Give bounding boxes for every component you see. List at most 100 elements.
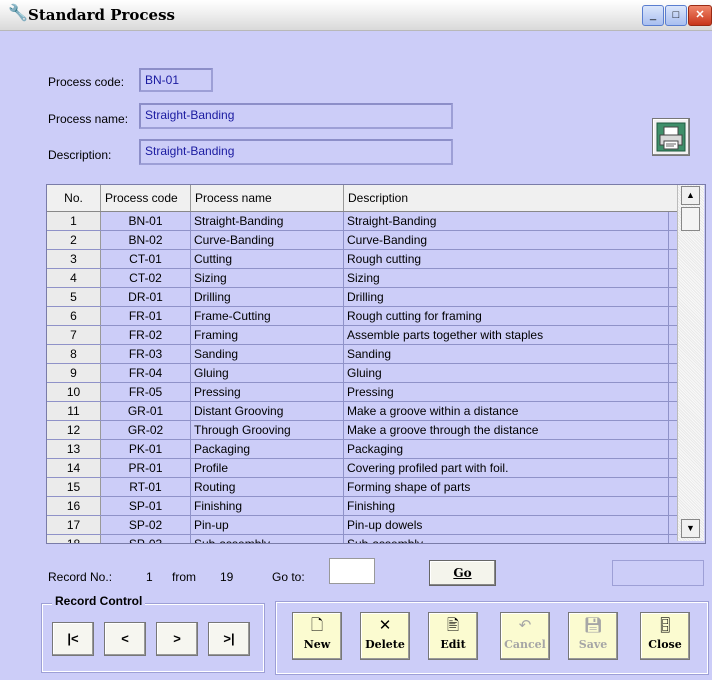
- title-bar[interactable]: 🔧 Standard Process _ □ ✕: [0, 0, 712, 31]
- minimize-button[interactable]: _: [642, 5, 664, 26]
- cell-description[interactable]: Assemble parts together with staples: [344, 326, 669, 344]
- goto-input[interactable]: [329, 558, 375, 584]
- delete-button[interactable]: ✕ Delete: [360, 612, 410, 660]
- cancel-button[interactable]: ↶ Cancel: [500, 612, 550, 660]
- cell-process-name[interactable]: Through Grooving: [191, 421, 344, 439]
- table-row[interactable]: 3 CT-01 Cutting Rough cutting: [47, 250, 687, 269]
- cell-description[interactable]: Pressing: [344, 383, 669, 401]
- cell-process-name[interactable]: Sanding: [191, 345, 344, 363]
- column-header-description[interactable]: Description: [344, 185, 677, 211]
- go-button[interactable]: Go: [429, 560, 496, 586]
- cell-process-name[interactable]: Profile: [191, 459, 344, 477]
- cell-process-code[interactable]: DR-01: [101, 288, 191, 306]
- cell-process-code[interactable]: FR-02: [101, 326, 191, 344]
- close-button[interactable]: 🚪︎ Close: [640, 612, 690, 660]
- cell-no[interactable]: 12: [47, 421, 101, 439]
- cell-process-code[interactable]: RT-01: [101, 478, 191, 496]
- cell-process-name[interactable]: Distant Grooving: [191, 402, 344, 420]
- table-row[interactable]: 1 BN-01 Straight-Banding Straight-Banding: [47, 212, 687, 231]
- cell-description[interactable]: Finishing: [344, 497, 669, 515]
- cell-process-code[interactable]: SP-01: [101, 497, 191, 515]
- cell-description[interactable]: Curve-Banding: [344, 231, 669, 249]
- cell-process-code[interactable]: BN-01: [101, 212, 191, 230]
- previous-record-button[interactable]: <: [104, 622, 146, 656]
- table-row[interactable]: 2 BN-02 Curve-Banding Curve-Banding: [47, 231, 687, 250]
- cell-no[interactable]: 5: [47, 288, 101, 306]
- cell-no[interactable]: 10: [47, 383, 101, 401]
- table-row[interactable]: 8 FR-03 Sanding Sanding: [47, 345, 687, 364]
- cell-description[interactable]: Make a groove within a distance: [344, 402, 669, 420]
- edit-button[interactable]: 🖹 Edit: [428, 612, 478, 660]
- cell-process-code[interactable]: PK-01: [101, 440, 191, 458]
- cell-no[interactable]: 7: [47, 326, 101, 344]
- table-row[interactable]: 18 SP-03 Sub-assembly Sub-assembly: [47, 535, 687, 543]
- cell-no[interactable]: 15: [47, 478, 101, 496]
- column-header-process-code[interactable]: Process code: [101, 185, 191, 211]
- cell-process-name[interactable]: Framing: [191, 326, 344, 344]
- cell-process-name[interactable]: Finishing: [191, 497, 344, 515]
- cell-process-code[interactable]: FR-04: [101, 364, 191, 382]
- table-row[interactable]: 7 FR-02 Framing Assemble parts together wit…: [47, 326, 687, 345]
- cell-no[interactable]: 2: [47, 231, 101, 249]
- scroll-up-button[interactable]: ▲: [681, 186, 700, 205]
- cell-process-code[interactable]: CT-01: [101, 250, 191, 268]
- new-button[interactable]: 🗋 New: [292, 612, 342, 660]
- cell-description[interactable]: Pin-up dowels: [344, 516, 669, 534]
- cell-process-name[interactable]: Routing: [191, 478, 344, 496]
- table-row[interactable]: 9 FR-04 Gluing Gluing: [47, 364, 687, 383]
- cell-process-name[interactable]: Gluing: [191, 364, 344, 382]
- cell-description[interactable]: Sanding: [344, 345, 669, 363]
- last-record-button[interactable]: >|: [208, 622, 250, 656]
- cell-no[interactable]: 9: [47, 364, 101, 382]
- table-row[interactable]: 12 GR-02 Through Grooving Make a groove thr…: [47, 421, 687, 440]
- cell-description[interactable]: Sub-assembly: [344, 535, 669, 543]
- cell-process-name[interactable]: Packaging: [191, 440, 344, 458]
- cell-description[interactable]: Rough cutting: [344, 250, 669, 268]
- table-row[interactable]: 10 FR-05 Pressing Pressing: [47, 383, 687, 402]
- next-record-button[interactable]: >: [156, 622, 198, 656]
- column-header-no[interactable]: No.: [47, 185, 101, 211]
- cell-description[interactable]: Covering profiled part with foil.: [344, 459, 669, 477]
- cell-process-name[interactable]: Sizing: [191, 269, 344, 287]
- process-table[interactable]: No. Process code Process name Descriptio…: [46, 184, 706, 544]
- cell-no[interactable]: 14: [47, 459, 101, 477]
- cell-no[interactable]: 11: [47, 402, 101, 420]
- cell-process-code[interactable]: CT-02: [101, 269, 191, 287]
- cell-description[interactable]: Straight-Banding: [344, 212, 669, 230]
- table-row[interactable]: 4 CT-02 Sizing Sizing: [47, 269, 687, 288]
- cell-description[interactable]: Forming shape of parts: [344, 478, 669, 496]
- cell-description[interactable]: Sizing: [344, 269, 669, 287]
- maximize-button[interactable]: □: [665, 5, 687, 26]
- process-code-field[interactable]: BN-01: [139, 68, 213, 92]
- process-name-field[interactable]: Straight-Banding: [139, 103, 453, 129]
- cell-process-code[interactable]: GR-02: [101, 421, 191, 439]
- close-window-button[interactable]: ✕: [688, 5, 712, 26]
- cell-no[interactable]: 6: [47, 307, 101, 325]
- cell-description[interactable]: Gluing: [344, 364, 669, 382]
- table-row[interactable]: 15 RT-01 Routing Forming shape of parts: [47, 478, 687, 497]
- cell-process-code[interactable]: SP-03: [101, 535, 191, 543]
- table-row[interactable]: 16 SP-01 Finishing Finishing: [47, 497, 687, 516]
- print-button[interactable]: [652, 118, 690, 156]
- save-button[interactable]: 💾︎ Save: [568, 612, 618, 660]
- scroll-down-button[interactable]: ▼: [681, 519, 700, 538]
- cell-no[interactable]: 4: [47, 269, 101, 287]
- cell-process-code[interactable]: BN-02: [101, 231, 191, 249]
- cell-no[interactable]: 3: [47, 250, 101, 268]
- table-row[interactable]: 5 DR-01 Drilling Drilling: [47, 288, 687, 307]
- description-field[interactable]: Straight-Banding: [139, 139, 453, 165]
- cell-process-code[interactable]: FR-05: [101, 383, 191, 401]
- cell-process-code[interactable]: FR-01: [101, 307, 191, 325]
- cell-no[interactable]: 13: [47, 440, 101, 458]
- cell-description[interactable]: Drilling: [344, 288, 669, 306]
- first-record-button[interactable]: |<: [52, 622, 94, 656]
- cell-no[interactable]: 1: [47, 212, 101, 230]
- cell-process-code[interactable]: PR-01: [101, 459, 191, 477]
- table-row[interactable]: 17 SP-02 Pin-up Pin-up dowels: [47, 516, 687, 535]
- scroll-thumb[interactable]: [681, 207, 700, 231]
- cell-process-name[interactable]: Pressing: [191, 383, 344, 401]
- cell-process-name[interactable]: Frame-Cutting: [191, 307, 344, 325]
- cell-process-name[interactable]: Pin-up: [191, 516, 344, 534]
- table-row[interactable]: 14 PR-01 Profile Covering profiled part wit…: [47, 459, 687, 478]
- table-row[interactable]: 13 PK-01 Packaging Packaging: [47, 440, 687, 459]
